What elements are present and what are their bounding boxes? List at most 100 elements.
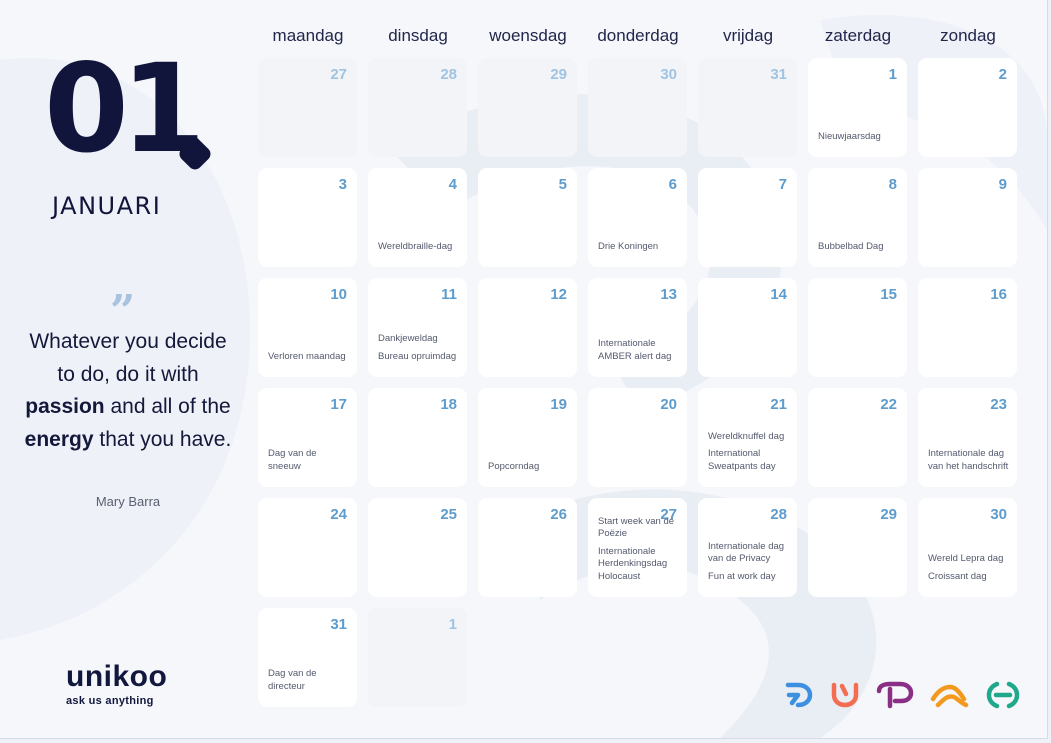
calendar-day[interactable]: 25 bbox=[368, 498, 467, 597]
calendar-day[interactable]: 7 bbox=[698, 168, 797, 267]
day-number: 1 bbox=[888, 66, 897, 83]
quote-part-1: Whatever you decide to do, do it with bbox=[29, 330, 227, 386]
event-label: Internationale AMBER alert dag bbox=[598, 338, 672, 362]
day-number: 4 bbox=[448, 176, 457, 193]
calendar-day[interactable]: 31 Dag van de directeur bbox=[258, 608, 357, 707]
day-number: 5 bbox=[558, 176, 567, 193]
day-number: 22 bbox=[880, 396, 897, 413]
calendar-day-outside-month[interactable]: 28 bbox=[368, 58, 467, 157]
calendar-day[interactable]: 30 Wereld Lepra dag Croissant dag bbox=[918, 498, 1017, 597]
day-events: Wereld Lepra dag Croissant dag bbox=[928, 553, 1011, 583]
calendar-day[interactable]: 17 Dag van de sneeuw bbox=[258, 388, 357, 487]
event-label: Start week van de Poëzie bbox=[598, 515, 675, 540]
calendar-day[interactable]: 26 bbox=[478, 498, 577, 597]
calendar-day[interactable]: 14 bbox=[698, 278, 797, 377]
event-label: Drie Koningen bbox=[598, 240, 659, 252]
calendar-day[interactable]: 1 Nieuwjaarsdag bbox=[808, 58, 907, 157]
purple-brand-icon bbox=[876, 681, 914, 709]
day-number: 7 bbox=[778, 176, 787, 193]
event-label: Dankjeweldag bbox=[378, 333, 438, 345]
calendar-day[interactable]: 3 bbox=[258, 168, 357, 267]
green-brand-icon bbox=[986, 681, 1020, 709]
day-number: 14 bbox=[770, 286, 787, 303]
day-number: 10 bbox=[330, 286, 347, 303]
calendar-day[interactable]: 19 Popcorndag bbox=[478, 388, 577, 487]
calendar-day-outside-month[interactable]: 31 bbox=[698, 58, 797, 157]
event-label: Internationale dag van de Privacy bbox=[708, 540, 785, 565]
calendar-day[interactable]: 12 bbox=[478, 278, 577, 377]
event-label: Popcorndag bbox=[488, 460, 540, 472]
day-number: 30 bbox=[660, 66, 677, 83]
quote-bold-energy: energy bbox=[24, 427, 94, 451]
day-number: 11 bbox=[441, 286, 457, 303]
weekday-header: woensdag bbox=[489, 26, 567, 45]
quote-text: Whatever you decide to do, do it with pa… bbox=[20, 326, 236, 456]
day-number: 24 bbox=[330, 506, 347, 523]
day-number: 30 bbox=[990, 506, 1007, 523]
event-label: Croissant dag bbox=[928, 570, 987, 582]
calendar-day-outside-month[interactable]: 1 bbox=[368, 608, 467, 707]
day-number: 8 bbox=[888, 176, 897, 193]
day-number: 19 bbox=[550, 396, 567, 413]
event-label: Bureau opruimdag bbox=[378, 350, 457, 362]
day-number: 27 bbox=[330, 66, 347, 83]
calendar-day[interactable]: 10 Verloren maandag bbox=[258, 278, 357, 377]
calendar-day[interactable]: 8 Bubbelbad Dag bbox=[808, 168, 907, 267]
event-label: Wereldknuffel dag bbox=[708, 430, 785, 442]
day-events: Wereldknuffel dag International Sweatpant… bbox=[708, 431, 791, 473]
day-number: 2 bbox=[998, 66, 1007, 83]
calendar-day[interactable]: 20 bbox=[588, 388, 687, 487]
calendar-day[interactable]: 11 Dankjeweldag Bureau opruimdag bbox=[368, 278, 467, 377]
calendar-day[interactable]: 9 bbox=[918, 168, 1017, 267]
weekday-header: maandag bbox=[272, 26, 344, 45]
day-events: Drie Koningen bbox=[598, 241, 681, 253]
month-number: 01 bbox=[44, 38, 206, 180]
calendar-day[interactable]: 5 bbox=[478, 168, 577, 267]
day-number: 15 bbox=[880, 286, 897, 303]
calendar-day-outside-month[interactable]: 27 bbox=[258, 58, 357, 157]
calendar-day-outside-month[interactable]: 29 bbox=[478, 58, 577, 157]
day-number: 28 bbox=[440, 66, 457, 83]
calendar-day[interactable]: 16 bbox=[918, 278, 1017, 377]
day-events: Wereldbraille-dag bbox=[378, 241, 461, 253]
day-events: Internationale dag van de Privacy Fun at … bbox=[708, 541, 791, 583]
day-events: Dankjeweldag Bureau opruimdag bbox=[378, 333, 461, 363]
day-events: Verloren maandag bbox=[268, 351, 351, 363]
event-label: Dag van de directeur bbox=[268, 668, 317, 692]
weekday-header: zondag bbox=[940, 26, 996, 45]
calendar-day[interactable]: 18 bbox=[368, 388, 467, 487]
day-events: Popcorndag bbox=[488, 461, 571, 473]
calendar-day[interactable]: 23 Internationale dag van het handschrift bbox=[918, 388, 1017, 487]
event-label: Bubbelbad Dag bbox=[818, 240, 884, 252]
day-number: 21 bbox=[770, 396, 787, 413]
calendar-page: 01 JANUARI ” Whatever you decide to do, … bbox=[0, 0, 1048, 739]
day-number: 28 bbox=[770, 506, 787, 523]
day-events: Dag van de directeur bbox=[268, 668, 351, 693]
quote-part-3: that you have. bbox=[93, 427, 232, 451]
calendar-day[interactable]: 24 bbox=[258, 498, 357, 597]
calendar-day[interactable]: 6 Drie Koningen bbox=[588, 168, 687, 267]
calendar-day[interactable]: 21 Wereldknuffel dag International Sweatpa… bbox=[698, 388, 797, 487]
calendar-day[interactable]: 27 Start week van de Poëzie Internationale… bbox=[588, 498, 687, 597]
day-number: 23 bbox=[990, 396, 1007, 413]
calendar-day-outside-month[interactable]: 30 bbox=[588, 58, 687, 157]
day-number: 13 bbox=[660, 286, 677, 303]
orange-u-brand-icon bbox=[831, 682, 859, 708]
day-events: Start week van de Poëzie Internationale H… bbox=[598, 516, 681, 583]
blue-brand-icon bbox=[785, 682, 813, 708]
event-label: International Sweatpants day bbox=[708, 448, 776, 472]
calendar-day[interactable]: 22 bbox=[808, 388, 907, 487]
event-label: Internationale dag van het handschrift bbox=[928, 448, 1009, 472]
calendar-day[interactable]: 4 Wereldbraille-dag bbox=[368, 168, 467, 267]
calendar-day[interactable]: 2 bbox=[918, 58, 1017, 157]
calendar-day[interactable]: 15 bbox=[808, 278, 907, 377]
day-number: 1 bbox=[448, 616, 457, 633]
quote-bold-passion: passion bbox=[25, 395, 105, 418]
calendar-day[interactable]: 13 Internationale AMBER alert dag bbox=[588, 278, 687, 377]
weekday-header: donderdag bbox=[597, 26, 679, 45]
day-number: 6 bbox=[668, 176, 677, 193]
day-number: 29 bbox=[550, 66, 567, 83]
calendar-day[interactable]: 29 bbox=[808, 498, 907, 597]
calendar-day[interactable]: 28 Internationale dag van de Privacy Fun a… bbox=[698, 498, 797, 597]
day-number: 29 bbox=[880, 506, 897, 523]
